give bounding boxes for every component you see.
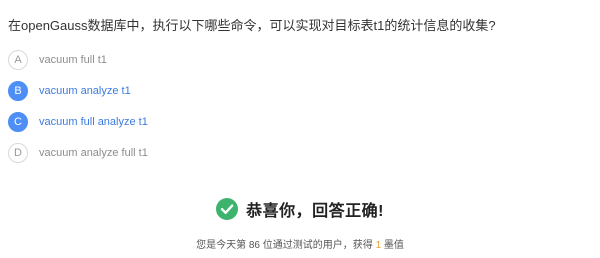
- stats-rank: 86: [248, 240, 260, 251]
- option-a-label: vacuum full t1: [39, 54, 107, 66]
- option-c-badge: C: [8, 112, 28, 132]
- question-text: 在openGauss数据库中，执行以下哪些命令，可以实现对目标表t1的统计信息的…: [8, 18, 496, 33]
- options-list: A vacuum full t1 B vacuum analyze t1 C v…: [8, 49, 148, 173]
- option-d[interactable]: D vacuum analyze full t1: [8, 142, 148, 164]
- result-banner: 恭喜你，回答正确!: [0, 197, 600, 221]
- stats-middle: 位通过测试的用户，获得: [262, 240, 373, 251]
- option-c-label: vacuum full analyze t1: [39, 116, 148, 128]
- option-b-label: vacuum analyze t1: [39, 85, 131, 97]
- option-a[interactable]: A vacuum full t1: [8, 49, 148, 71]
- option-b[interactable]: B vacuum analyze t1: [8, 80, 148, 102]
- result-title: 恭喜你，回答正确!: [246, 203, 384, 220]
- option-d-label: vacuum analyze full t1: [39, 147, 148, 159]
- option-b-badge: B: [8, 81, 28, 101]
- option-c[interactable]: C vacuum full analyze t1: [8, 111, 148, 133]
- option-d-badge: D: [8, 143, 28, 163]
- quiz-page: 在openGauss数据库中，执行以下哪些命令，可以实现对目标表t1的统计信息的…: [0, 0, 600, 258]
- stats-reward: 1: [375, 240, 382, 251]
- option-a-badge: A: [8, 50, 28, 70]
- check-circle-icon: [216, 198, 239, 220]
- stats-suffix: 墨值: [383, 240, 404, 251]
- stats-prefix: 您是今天第: [196, 240, 247, 251]
- stats-line: 您是今天第 86 位通过测试的用户，获得 1 墨值: [0, 236, 600, 251]
